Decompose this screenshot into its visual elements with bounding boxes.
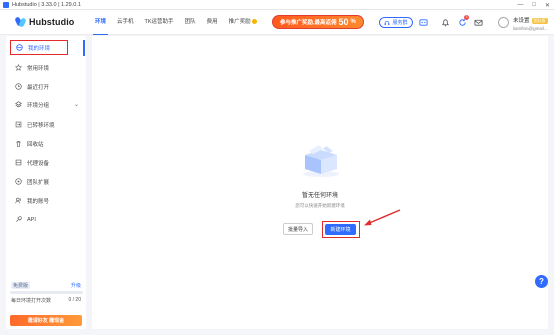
layers-icon	[15, 101, 22, 108]
sidebar-item-transferred[interactable]: 已转移环境	[10, 117, 83, 132]
sidebar-item-groups[interactable]: 环境分组 ⌄	[10, 97, 83, 112]
empty-state-subtitle: 您可以快速开始新建环境	[295, 203, 345, 208]
nav-referral-label: 推广奖励	[228, 19, 251, 25]
upgrade-link[interactable]: 升级	[71, 282, 81, 289]
empty-state-title: 暂无任何环境	[301, 193, 338, 199]
sidebar-item-label: 环境分组	[27, 102, 50, 109]
nav-cloud-phone[interactable]: 云手机	[117, 10, 134, 35]
batch-import-button[interactable]: 批量导入	[283, 223, 313, 235]
service-group-button[interactable]: 服务群	[379, 17, 413, 28]
quota-usage-label: 每日环境打开次数	[11, 298, 52, 304]
user-name: 未设置	[513, 18, 530, 24]
logo-text: Hubstudio	[29, 17, 75, 27]
mail-icon[interactable]	[474, 18, 483, 27]
sidebar-item-label: API	[27, 216, 36, 223]
main-nav: 环境 云手机 TK运营助手 团队 费用 推广奖励	[92, 10, 257, 35]
avatar[interactable]	[498, 17, 509, 28]
promo-banner[interactable]: 参与推广奖励,最高返佣 50%	[272, 15, 364, 29]
minimize-button[interactable]: —	[517, 2, 523, 8]
nav-referral[interactable]: 推广奖励	[229, 10, 257, 35]
promo-percent: %	[350, 19, 356, 25]
sidebar-item-label: 我的账号	[27, 198, 50, 205]
extension-icon	[15, 178, 22, 185]
sidebar-item-recent[interactable]: 最近打开	[10, 79, 83, 94]
close-button[interactable]: ✕	[545, 2, 550, 9]
sidebar-item-label: 我的环境	[28, 45, 51, 52]
sidebar-item-label: 回收站	[27, 141, 44, 148]
notification-badge: 3	[464, 15, 469, 20]
sidebar-item-my-environments[interactable]: 我的环境	[10, 40, 68, 55]
user-info[interactable]: 未设置 团队版 liamfinn@gmail...	[513, 16, 548, 31]
plan-name: 免费版	[11, 282, 31, 289]
service-group-label: 服务群	[392, 20, 408, 26]
maximize-button[interactable]: □	[532, 2, 536, 8]
api-icon	[15, 216, 22, 223]
sidebar-item-accounts[interactable]: 我的账号	[10, 193, 83, 208]
star-icon	[15, 64, 22, 71]
top-header: Hubstudio 环境 云手机 TK运营助手 团队 费用 推广奖励 参与推广奖…	[0, 10, 554, 35]
nav-environment[interactable]: 环境	[92, 10, 109, 35]
message-icon[interactable]	[419, 18, 428, 27]
arrow-annotation-icon	[364, 209, 401, 226]
window-title: Hubstudio | 3.33.0 | 1.29.0.1	[12, 1, 81, 8]
headset-icon	[385, 20, 390, 25]
main-content: 暂无任何环境 您可以快速开始新建环境 批量导入 新建环境	[92, 36, 548, 329]
transfer-icon	[15, 121, 22, 128]
account-icon	[15, 197, 22, 204]
invite-friends-banner[interactable]: 邀请好友 赚现金	[10, 315, 82, 326]
quota-usage-value: 0 / 20	[68, 297, 81, 303]
bell-icon[interactable]	[441, 18, 450, 27]
promo-text: 参与推广奖励,最高返佣	[280, 20, 337, 26]
quota-progress-bar	[10, 291, 83, 294]
chevron-down-icon: ⌄	[73, 102, 79, 108]
sidebar-item-label: 最近打开	[27, 84, 50, 91]
title-bar: Hubstudio | 3.33.0 | 1.29.0.1 — □ ✕	[0, 0, 554, 10]
help-button[interactable]: ?	[535, 275, 548, 288]
coin-icon	[251, 19, 257, 25]
quota-panel: 免费版 升级 每日环境打开次数 0 / 20	[7, 282, 85, 312]
plan-tag: 团队版	[531, 18, 548, 24]
user-email: liamfinn@gmail...	[513, 26, 548, 31]
logo-icon	[14, 16, 27, 28]
logo[interactable]: Hubstudio	[14, 16, 75, 28]
sidebar-item-label: 代理设备	[27, 160, 50, 167]
nav-tk-assistant[interactable]: TK运营助手	[145, 10, 174, 35]
proxy-icon	[15, 159, 22, 166]
sidebar-item-proxy[interactable]: 代理设备	[10, 155, 83, 170]
sidebar-item-api[interactable]: API	[10, 212, 83, 227]
sidebar-item-trash[interactable]: 回收站	[10, 136, 83, 151]
app-icon	[3, 1, 9, 8]
sidebar-item-label: 常用环境	[27, 65, 50, 72]
environment-icon	[16, 44, 23, 51]
empty-box-illustration	[303, 145, 339, 177]
sidebar-item-label: 已转移环境	[27, 122, 55, 129]
sidebar-item-extensions[interactable]: 团队扩展	[10, 174, 83, 189]
active-indicator	[83, 40, 85, 56]
nav-team[interactable]: 团队	[185, 10, 196, 35]
sidebar-item-label: 团队扩展	[27, 179, 50, 186]
clock-icon	[15, 83, 22, 90]
new-environment-highlight: 新建环境	[322, 221, 360, 238]
nav-billing[interactable]: 费用	[207, 10, 218, 35]
trash-icon	[15, 140, 22, 147]
promo-value: 50	[338, 17, 349, 27]
new-environment-button[interactable]: 新建环境	[325, 224, 356, 235]
sidebar-item-favorites[interactable]: 常用环境	[10, 60, 83, 75]
